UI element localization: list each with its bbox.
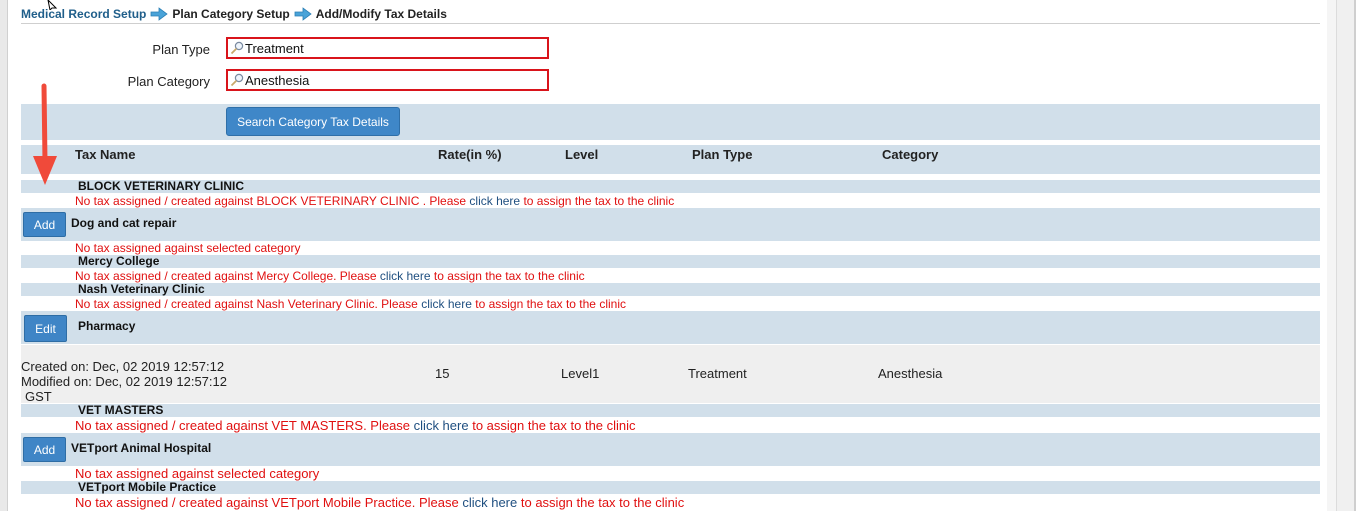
plan-type-label: Plan Type (152, 42, 210, 57)
plan-type-value: Treatment (245, 40, 304, 56)
plan-category-value: Anesthesia (245, 72, 310, 88)
clinic-row-band (21, 255, 1320, 268)
tax-name-cell: GST (25, 389, 52, 404)
no-tax-category-message: No tax assigned against selected categor… (75, 466, 320, 481)
clinic-name-vet-masters: VET MASTERS (78, 403, 164, 417)
breadcrumb-arrow-icon (294, 7, 312, 21)
no-tax-message: No tax assigned / created against Mercy … (75, 269, 585, 283)
message-text: No tax assigned / created against Nash V… (75, 297, 418, 311)
message-suffix: to assign the tax to the clinic (475, 297, 626, 311)
plan-category-field[interactable]: Anesthesia (226, 69, 549, 91)
clinic-name-vetport-mobile-practice: VETport Mobile Practice (78, 480, 217, 494)
column-header-rate[interactable]: Rate(in %) (438, 147, 502, 162)
clinic-row-band (21, 433, 1320, 466)
click-here-link[interactable]: click here (421, 297, 472, 311)
click-here-link[interactable]: click here (462, 495, 517, 510)
plan-type-field[interactable]: Treatment (226, 37, 549, 59)
clinic-name-pharmacy: Pharmacy (78, 319, 136, 333)
message-text: No tax assigned / created against VET MA… (75, 418, 411, 433)
column-header-plan-type[interactable]: Plan Type (692, 147, 752, 162)
breadcrumb-arrow-icon (150, 7, 169, 21)
window-left-edge (0, 0, 8, 511)
no-tax-category-message: No tax assigned against selected categor… (75, 241, 301, 255)
message-text: No tax assigned / created against VETpor… (75, 495, 459, 510)
column-header-level[interactable]: Level (565, 147, 598, 162)
table-header-band (21, 145, 1320, 174)
lookup-search-icon (230, 41, 244, 55)
scrollbar-track[interactable] (1336, 0, 1355, 511)
modified-on-text: Modified on: Dec, 02 2019 12:57:12 (21, 374, 227, 389)
message-text: No tax assigned / created against Mercy … (75, 269, 377, 283)
clinic-name-vetport-animal-hospital: VETport Animal Hospital (71, 441, 212, 455)
add-tax-button[interactable]: Add (23, 212, 66, 237)
column-header-category[interactable]: Category (882, 147, 938, 162)
breadcrumb-medical-record-setup[interactable]: Medical Record Setup (21, 7, 146, 21)
click-here-link[interactable]: click here (380, 269, 431, 283)
no-tax-message: No tax assigned / created against VETpor… (75, 495, 684, 510)
annotation-arrow-icon (33, 83, 57, 185)
clinic-row-band (21, 404, 1320, 417)
created-on-text: Created on: Dec, 02 2019 12:57:12 (21, 359, 225, 374)
breadcrumb-divider (21, 23, 1320, 24)
message-text: No tax assigned / created against BLOCK … (75, 194, 467, 208)
breadcrumb-add-modify-tax-details: Add/Modify Tax Details (315, 7, 447, 21)
clinic-row-band (21, 208, 1320, 241)
message-suffix: to assign the tax to the clinic (472, 418, 636, 433)
clinic-row-band (21, 311, 1320, 344)
message-suffix: to assign the tax to the clinic (433, 269, 585, 283)
no-tax-message: No tax assigned / created against VET MA… (75, 418, 636, 433)
rate-cell: 15 (435, 366, 450, 381)
column-header-tax-name[interactable]: Tax Name (75, 147, 135, 162)
breadcrumb-plan-category-setup: Plan Category Setup (172, 7, 290, 21)
clinic-row-band (21, 283, 1320, 296)
search-bar-band (21, 104, 1320, 140)
level-cell: Level1 (561, 366, 600, 381)
click-here-link[interactable]: click here (414, 418, 469, 433)
breadcrumb: Medical Record Setup Plan Category Setup… (21, 6, 447, 22)
add-tax-button[interactable]: Add (23, 437, 66, 462)
clinic-name-nash-veterinary: Nash Veterinary Clinic (78, 282, 205, 296)
edit-tax-button[interactable]: Edit (24, 315, 67, 342)
search-category-tax-details-button[interactable]: Search Category Tax Details (226, 107, 400, 136)
click-here-link[interactable]: click here (469, 194, 520, 208)
message-suffix: to assign the tax to the clinic (523, 194, 675, 208)
category-cell: Anesthesia (878, 366, 943, 381)
plan-type-cell: Treatment (688, 366, 747, 381)
message-suffix: to assign the tax to the clinic (520, 495, 685, 510)
clinic-name-dog-and-cat-repair: Dog and cat repair (71, 216, 177, 230)
lookup-search-icon (230, 73, 244, 87)
clinic-name-mercy-college: Mercy College (78, 254, 160, 268)
no-tax-message: No tax assigned / created against BLOCK … (75, 194, 674, 208)
clinic-name-block-veterinary: BLOCK VETERINARY CLINIC (78, 179, 245, 193)
no-tax-message: No tax assigned / created against Nash V… (75, 297, 626, 311)
